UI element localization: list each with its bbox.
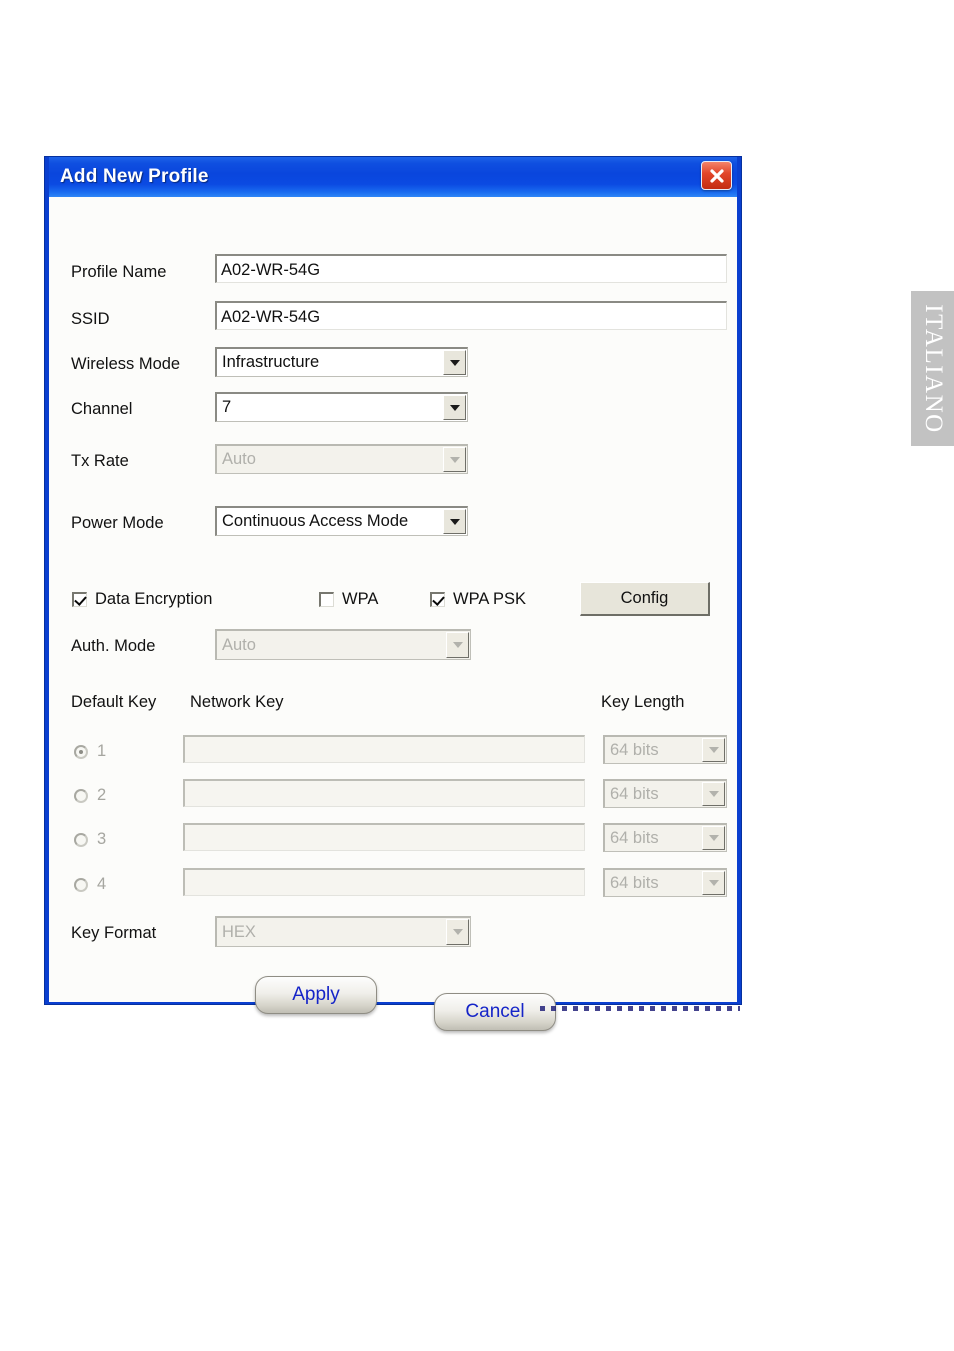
power-mode-label: Power Mode	[71, 514, 164, 532]
cancel-button[interactable]: Cancel	[434, 993, 556, 1031]
data-encryption-checkbox[interactable]: Data Encryption	[72, 590, 212, 609]
tx-rate-value: Auto	[222, 450, 256, 468]
apply-button[interactable]: Apply	[255, 976, 377, 1014]
chevron-down-icon	[702, 871, 725, 895]
network-key-header: Network Key	[190, 693, 284, 711]
auth-mode-value: Auto	[222, 635, 256, 654]
power-mode-select[interactable]: Continuous Access Mode	[215, 506, 468, 536]
checkbox-icon[interactable]	[430, 592, 445, 607]
config-button[interactable]: Config	[580, 582, 710, 616]
wireless-mode-select[interactable]: Infrastructure	[215, 347, 468, 377]
wireless-mode-label: Wireless Mode	[71, 355, 181, 373]
ssid-label: SSID	[71, 310, 110, 328]
auth-mode-select: Auto	[215, 629, 471, 660]
profile-name-input[interactable]: A02-WR-54G	[215, 254, 727, 283]
key-length-header: Key Length	[601, 693, 685, 711]
power-mode-value: Continuous Access Mode	[222, 512, 409, 530]
default-key-radio-4: 4	[74, 875, 106, 894]
radio-icon	[74, 744, 88, 759]
radio-icon	[74, 788, 88, 803]
language-tab-italiano[interactable]: ITALIANO	[911, 291, 954, 446]
key-length-select-1: 64 bits	[603, 735, 727, 764]
checkbox-icon[interactable]	[72, 592, 87, 607]
default-key-radio-1: 1	[74, 742, 106, 761]
network-key-input-1	[183, 735, 585, 763]
default-key-radio-3: 3	[74, 830, 106, 849]
default-key-index-3: 3	[97, 830, 107, 848]
chevron-down-icon	[443, 447, 466, 472]
profile-name-label: Profile Name	[71, 263, 167, 281]
default-key-header: Default Key	[71, 693, 157, 711]
key-length-select-2: 64 bits	[603, 779, 727, 808]
chevron-down-icon[interactable]	[443, 350, 466, 375]
chevron-down-icon	[702, 738, 725, 762]
wpa-label: WPA	[342, 590, 379, 608]
default-key-index-4: 4	[97, 875, 107, 893]
close-icon[interactable]	[701, 161, 732, 190]
language-tab-label: ITALIANO	[919, 303, 947, 434]
key-format-value: HEX	[222, 922, 256, 941]
radio-icon	[74, 877, 88, 892]
chevron-down-icon[interactable]	[443, 395, 466, 420]
dialog-body: Profile Name A02-WR-54G SSID A02-WR-54G …	[49, 197, 737, 1031]
key-format-label: Key Format	[71, 924, 157, 942]
data-encryption-label: Data Encryption	[95, 590, 213, 608]
ssid-input[interactable]: A02-WR-54G	[215, 301, 727, 330]
wpa-checkbox[interactable]: WPA	[319, 590, 378, 609]
wireless-mode-value: Infrastructure	[222, 353, 320, 371]
key-length-value-1: 64 bits	[610, 740, 659, 759]
default-key-index-1: 1	[97, 742, 107, 760]
key-length-value-2: 64 bits	[610, 784, 659, 803]
network-key-input-3	[183, 823, 585, 851]
dialog-title: Add New Profile	[60, 166, 209, 187]
tx-rate-select: Auto	[215, 444, 468, 474]
network-key-input-2	[183, 779, 585, 807]
tx-rate-label: Tx Rate	[71, 452, 129, 470]
chevron-down-icon	[446, 632, 469, 658]
key-length-value-4: 64 bits	[610, 873, 659, 892]
key-length-select-4: 64 bits	[603, 868, 727, 897]
chevron-down-icon	[702, 826, 725, 850]
chevron-down-icon[interactable]	[443, 509, 466, 534]
channel-select[interactable]: 7	[215, 392, 468, 422]
checkbox-icon[interactable]	[319, 592, 334, 607]
key-format-select: HEX	[215, 916, 471, 947]
key-length-select-3: 64 bits	[603, 823, 727, 852]
chevron-down-icon	[702, 782, 725, 806]
channel-value: 7	[222, 398, 232, 416]
auth-mode-label: Auth. Mode	[71, 637, 156, 655]
channel-label: Channel	[71, 400, 133, 418]
radio-icon	[74, 832, 88, 847]
dialog-titlebar: Add New Profile	[49, 157, 737, 197]
wpa-psk-label: WPA PSK	[453, 590, 527, 608]
scan-artifact	[540, 1006, 740, 1011]
add-new-profile-dialog: Add New Profile Profile Name A02-WR-54G …	[44, 156, 742, 1031]
default-key-radio-2: 2	[74, 786, 106, 805]
default-key-index-2: 2	[97, 786, 107, 804]
chevron-down-icon	[446, 919, 469, 945]
network-key-input-4	[183, 868, 585, 896]
key-length-value-3: 64 bits	[610, 828, 659, 847]
wpa-psk-checkbox[interactable]: WPA PSK	[430, 590, 526, 609]
